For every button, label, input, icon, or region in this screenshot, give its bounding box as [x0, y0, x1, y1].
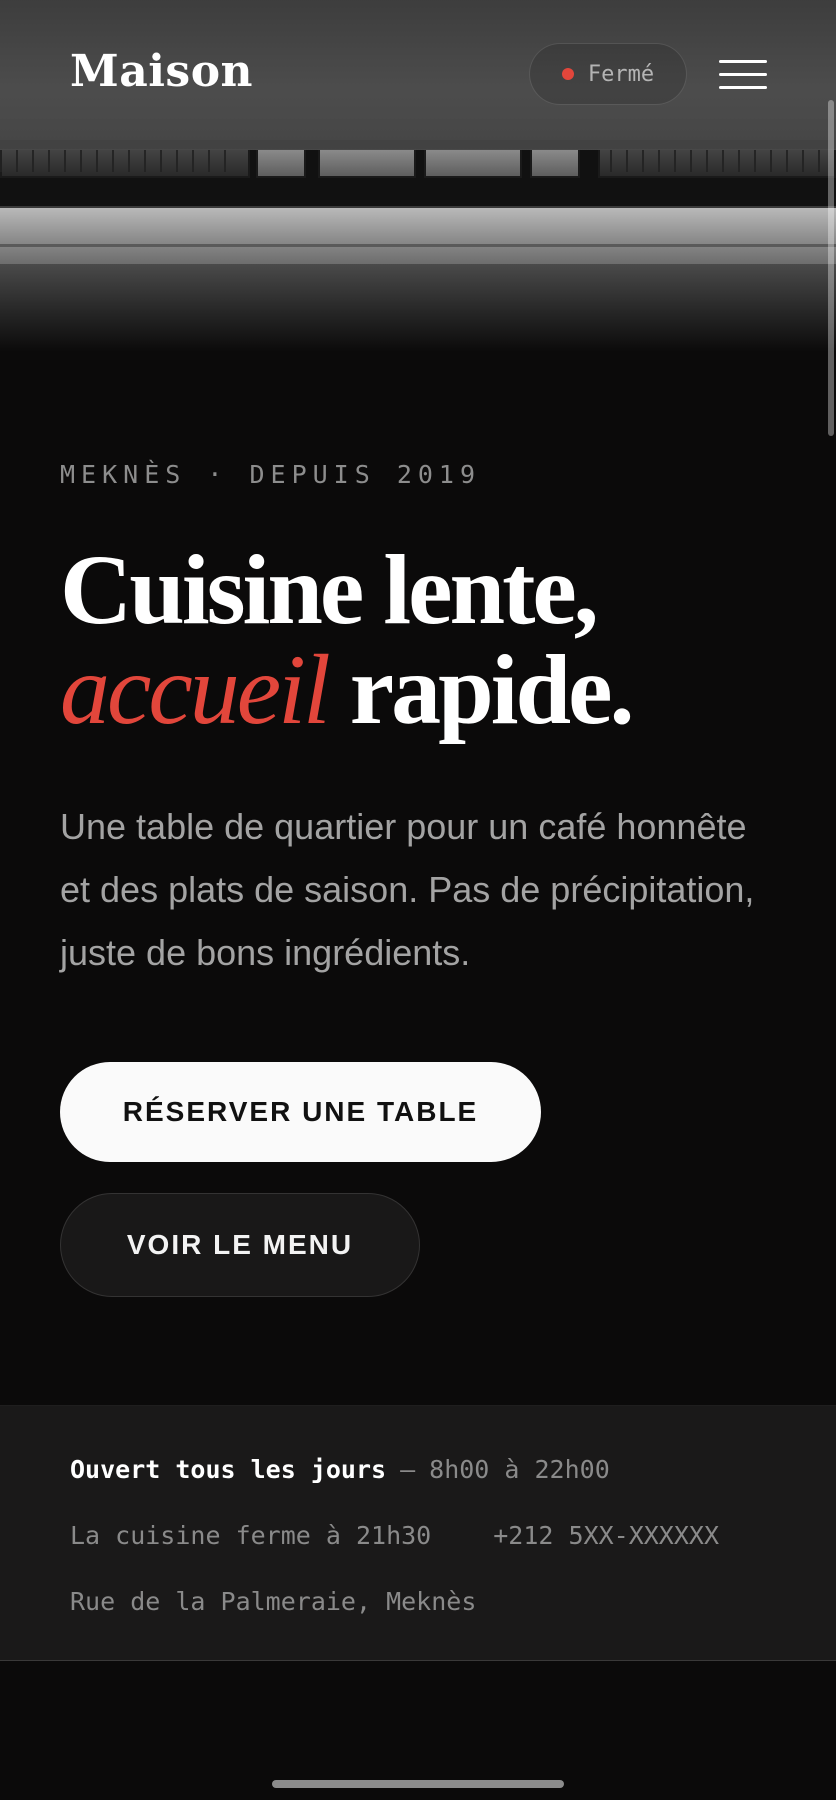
- storefront-window: [256, 148, 306, 178]
- opening-status-badge: Fermé: [529, 43, 687, 105]
- headline-line-2: accueil rapide.: [60, 640, 800, 740]
- hours-separator: —: [400, 1455, 416, 1484]
- street: [0, 264, 836, 352]
- terrace-chairs: [610, 150, 830, 172]
- storefront-door: [318, 148, 416, 178]
- kitchen-closing-note: La cuisine ferme à 21h30: [70, 1521, 432, 1550]
- headline-line-2-rest: rapide.: [349, 634, 635, 745]
- scrollbar-thumb[interactable]: [828, 100, 834, 436]
- menu-bar: [719, 60, 767, 63]
- view-menu-button[interactable]: VOIR LE MENU: [60, 1193, 420, 1297]
- practical-info: Ouvert tous les jours — 8h00 à 22h00 La cu…: [0, 1405, 836, 1661]
- logo[interactable]: Maison: [70, 46, 253, 97]
- kitchen-and-phone: La cuisine ferme à 21h30 +212 5XX-XXXXXX: [70, 1521, 719, 1550]
- hamburger-menu-icon[interactable]: [719, 60, 767, 90]
- page: Maison Fermé MEKNÈS · DEPUIS 2019 Cuisin…: [0, 0, 836, 1800]
- sidewalk: [0, 208, 836, 264]
- storefront-door: [424, 148, 522, 178]
- menu-bar: [719, 86, 767, 89]
- home-indicator[interactable]: [272, 1780, 564, 1788]
- storefront-window: [530, 148, 580, 178]
- reserve-table-button[interactable]: RÉSERVER UNE TABLE: [60, 1062, 541, 1162]
- menu-bar: [719, 73, 767, 76]
- phone-link[interactable]: +212 5XX-XXXXXX: [493, 1521, 719, 1550]
- address: Rue de la Palmeraie, Meknès: [70, 1587, 477, 1616]
- hero-intro-text: Une table de quartier pour un café honnê…: [60, 806, 755, 973]
- hours-value: 8h00 à 22h00: [429, 1455, 610, 1484]
- headline-accent-word: accueil: [60, 634, 331, 745]
- hero-headline: Cuisine lente, accueil rapide.: [60, 540, 800, 740]
- headline-line-1: Cuisine lente,: [60, 534, 599, 645]
- status-label: Fermé: [587, 61, 655, 87]
- location-eyebrow: MEKNÈS · DEPUIS 2019: [60, 460, 482, 489]
- hours-label: Ouvert tous les jours: [70, 1455, 387, 1484]
- curb: [0, 244, 836, 247]
- terrace-chairs: [0, 150, 230, 172]
- opening-hours: Ouvert tous les jours — 8h00 à 22h00: [70, 1455, 610, 1484]
- site-header: Maison Fermé: [0, 0, 836, 150]
- status-dot-icon: [561, 68, 574, 80]
